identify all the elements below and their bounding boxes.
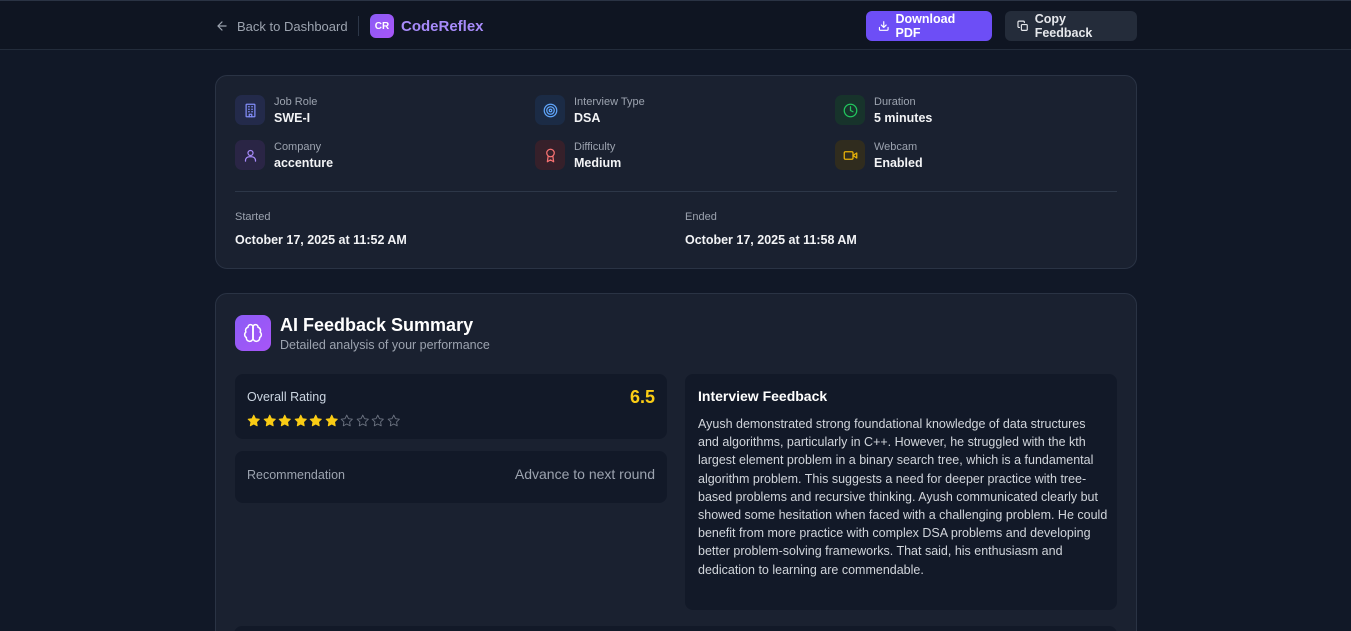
header-divider bbox=[358, 16, 359, 36]
interview-type-value: DSA bbox=[574, 111, 601, 125]
webcam-label: Webcam bbox=[874, 141, 918, 153]
recommendation-label: Recommendation bbox=[247, 468, 345, 482]
star-empty-icon bbox=[387, 414, 400, 427]
interview-info-card: Job Role SWE-I Interview Type DSA Durati… bbox=[215, 75, 1137, 269]
target-icon bbox=[535, 95, 565, 125]
interview-feedback-panel: Interview Feedback Ayush demonstrated st… bbox=[685, 374, 1117, 610]
brand-name: CodeReflex bbox=[401, 17, 484, 35]
back-link-label: Back to Dashboard bbox=[237, 18, 348, 34]
ended-label: Ended bbox=[685, 211, 717, 223]
recommendation-panel: Recommendation Advance to next round bbox=[235, 451, 667, 503]
star-filled-icon bbox=[325, 414, 338, 427]
duration-item: Duration 5 minutes bbox=[835, 95, 932, 125]
ended-block: Ended October 17, 2025 at 11:58 AM bbox=[685, 211, 857, 247]
started-label: Started bbox=[235, 211, 271, 223]
star-empty-icon bbox=[371, 414, 384, 427]
job-role-value: SWE-I bbox=[274, 111, 311, 125]
started-value: October 17, 2025 at 11:52 AM bbox=[235, 233, 407, 247]
brand[interactable]: CR CodeReflex bbox=[370, 14, 484, 38]
copy-icon bbox=[1017, 20, 1028, 31]
arrow-left-icon bbox=[217, 21, 227, 31]
job-role-label: Job Role bbox=[274, 96, 318, 108]
copy-feedback-label: Copy Feedback bbox=[1034, 12, 1093, 40]
rating-stars bbox=[247, 414, 400, 428]
overall-rating-panel: Overall Rating 6.5 bbox=[235, 374, 667, 439]
copy-feedback-button[interactable]: Copy Feedback bbox=[1005, 11, 1137, 41]
back-to-dashboard-link[interactable]: Back to Dashboard bbox=[215, 17, 348, 35]
download-icon bbox=[878, 21, 889, 31]
user-icon bbox=[235, 140, 265, 170]
company-label: Company bbox=[274, 141, 322, 153]
company-item: Company accenture bbox=[235, 140, 333, 170]
clock-icon bbox=[835, 95, 865, 125]
star-empty-icon bbox=[356, 414, 369, 427]
difficulty-label: Difficulty bbox=[574, 141, 616, 153]
info-divider bbox=[235, 191, 1117, 192]
video-icon bbox=[835, 140, 865, 170]
feedback-title: AI Feedback Summary bbox=[280, 315, 474, 335]
recommendation-value: Advance to next round bbox=[514, 466, 655, 482]
star-empty-icon bbox=[340, 414, 353, 427]
next-section-panel bbox=[234, 626, 1117, 631]
ended-value: October 17, 2025 at 11:58 AM bbox=[685, 233, 857, 247]
job-role-item: Job Role SWE-I bbox=[235, 95, 317, 125]
started-block: Started October 17, 2025 at 11:52 AM bbox=[235, 211, 407, 247]
difficulty-value: Medium bbox=[574, 156, 622, 170]
star-filled-icon bbox=[294, 414, 307, 427]
brand-logo: CR bbox=[370, 14, 394, 38]
brain-icon bbox=[235, 315, 271, 351]
interview-feedback-title: Interview Feedback bbox=[698, 388, 828, 404]
interview-type-label: Interview Type bbox=[574, 96, 645, 108]
company-value: accenture bbox=[274, 156, 334, 170]
webcam-value: Enabled bbox=[874, 156, 923, 170]
star-filled-icon bbox=[247, 414, 260, 427]
award-icon bbox=[535, 140, 565, 170]
download-pdf-label: Download PDF bbox=[895, 12, 956, 40]
interview-type-item: Interview Type DSA bbox=[535, 95, 645, 125]
duration-label: Duration bbox=[874, 96, 916, 108]
ai-feedback-card: AI Feedback Summary Detailed analysis of… bbox=[215, 293, 1137, 631]
star-filled-icon bbox=[263, 414, 276, 427]
star-filled-icon bbox=[278, 414, 291, 427]
difficulty-item: Difficulty Medium bbox=[535, 140, 621, 170]
top-bar: Back to Dashboard CR CodeReflex Download… bbox=[0, 0, 1351, 50]
building-icon bbox=[235, 95, 265, 125]
interview-feedback-text: Ayush demonstrated strong foundational k… bbox=[698, 417, 1108, 577]
star-filled-icon bbox=[309, 414, 322, 427]
feedback-subtitle: Detailed analysis of your performance bbox=[280, 338, 490, 352]
duration-value: 5 minutes bbox=[874, 111, 933, 125]
download-pdf-button[interactable]: Download PDF bbox=[866, 11, 992, 41]
webcam-item: Webcam Enabled bbox=[835, 140, 923, 170]
rating-value: 6.5 bbox=[629, 387, 655, 407]
rating-label: Overall Rating bbox=[247, 390, 327, 404]
